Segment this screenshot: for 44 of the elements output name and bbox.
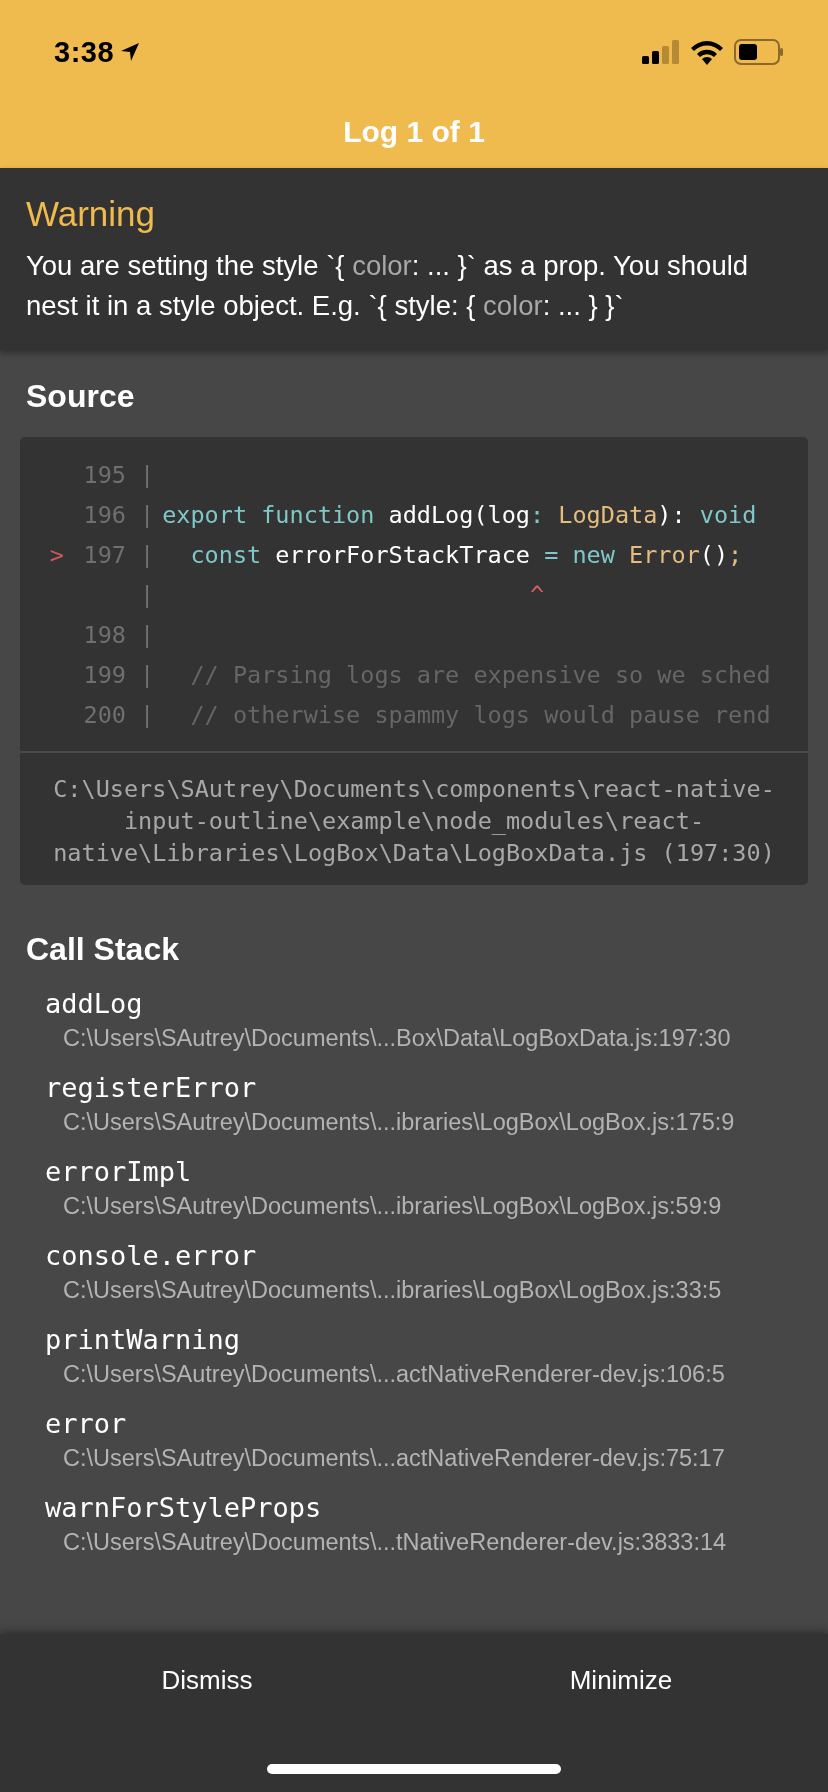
gutter-divider: |: [139, 461, 156, 489]
file-path: C:\Users\SAutrey\Documents\components\react-native-input-outline\example\node_modules\react-native\Libraries\LogBox\Data\LogBoxData.js (197:30): [20, 751, 808, 885]
line-number: 195: [82, 461, 126, 489]
dismiss-button[interactable]: Dismiss: [0, 1634, 414, 1726]
warning-label: Warning: [26, 194, 157, 234]
minimize-button[interactable]: Minimize: [414, 1634, 828, 1726]
stack-frame-method[interactable]: error: [45, 1406, 808, 1442]
warning-message: You are setting the style `{ color: ... }` as a prop. You should nest it in a style object. E.g. `{ style: { color: ... } }`: [26, 249, 750, 323]
pointer-marker: >: [48, 541, 64, 569]
gutter-divider: |: [139, 701, 156, 729]
stack-frame-location: C:\Users\SAutrey\Documents\...tNativeRenderer-dev.js:3833:14: [62, 1528, 728, 1557]
section-heading: Source: [25, 377, 136, 416]
gutter-divider: |: [139, 661, 156, 689]
gutter-divider: |: [139, 621, 156, 649]
stack-frame-method[interactable]: errorImpl: [45, 1154, 808, 1190]
stack-frame-location: C:\Users\SAutrey\Documents\...ibraries\LogBox\LogBox.js:33:5: [62, 1276, 723, 1305]
stack-frame-method[interactable]: printWarning: [45, 1322, 808, 1358]
status-time: 3:38: [54, 35, 115, 69]
line-number: 199: [82, 661, 126, 689]
code-line: ^: [529, 581, 545, 609]
header-title: Log 1 of 1: [343, 115, 485, 149]
stack-frame-method[interactable]: addLog: [45, 986, 808, 1022]
section-heading: Call Stack: [25, 930, 180, 969]
wifi-icon: [690, 39, 724, 65]
stack-frame-method[interactable]: warnForStyleProps: [45, 1490, 808, 1526]
line-number: 200: [82, 701, 126, 729]
stack-frame-location: C:\Users\SAutrey\Documents\...ibraries\LogBox\LogBox.js:175:9: [62, 1108, 736, 1137]
location-arrow-icon: [120, 42, 141, 62]
stack-frame-location: C:\Users\SAutrey\Documents\...actNativeRenderer-dev.js:106:5: [62, 1360, 726, 1389]
gutter-divider: |: [139, 581, 156, 609]
battery-icon: [734, 39, 784, 65]
gutter-divider: |: [139, 541, 156, 569]
stack-frame-location: C:\Users\SAutrey\Documents\...actNativeRenderer-dev.js:75:17: [62, 1444, 726, 1473]
line-number: 197: [82, 541, 126, 569]
code-line: export function addLog(log: LogData): void: [162, 501, 757, 529]
line-number: 196: [82, 501, 126, 529]
stack-frame-method[interactable]: registerError: [45, 1070, 808, 1106]
gutter-divider: |: [139, 501, 156, 529]
stack-frame-location: C:\Users\SAutrey\Documents\...ibraries\LogBox\LogBox.js:59:9: [62, 1192, 723, 1221]
line-number: 198: [82, 621, 126, 649]
stack-frame-method[interactable]: console.error: [45, 1238, 808, 1274]
signal-icon: [642, 40, 680, 64]
stack-frame-location: C:\Users\SAutrey\Documents\...Box\Data\LogBoxData.js:197:30: [62, 1024, 732, 1053]
code-line: const errorForStackTrace = new Error();: [189, 541, 743, 569]
